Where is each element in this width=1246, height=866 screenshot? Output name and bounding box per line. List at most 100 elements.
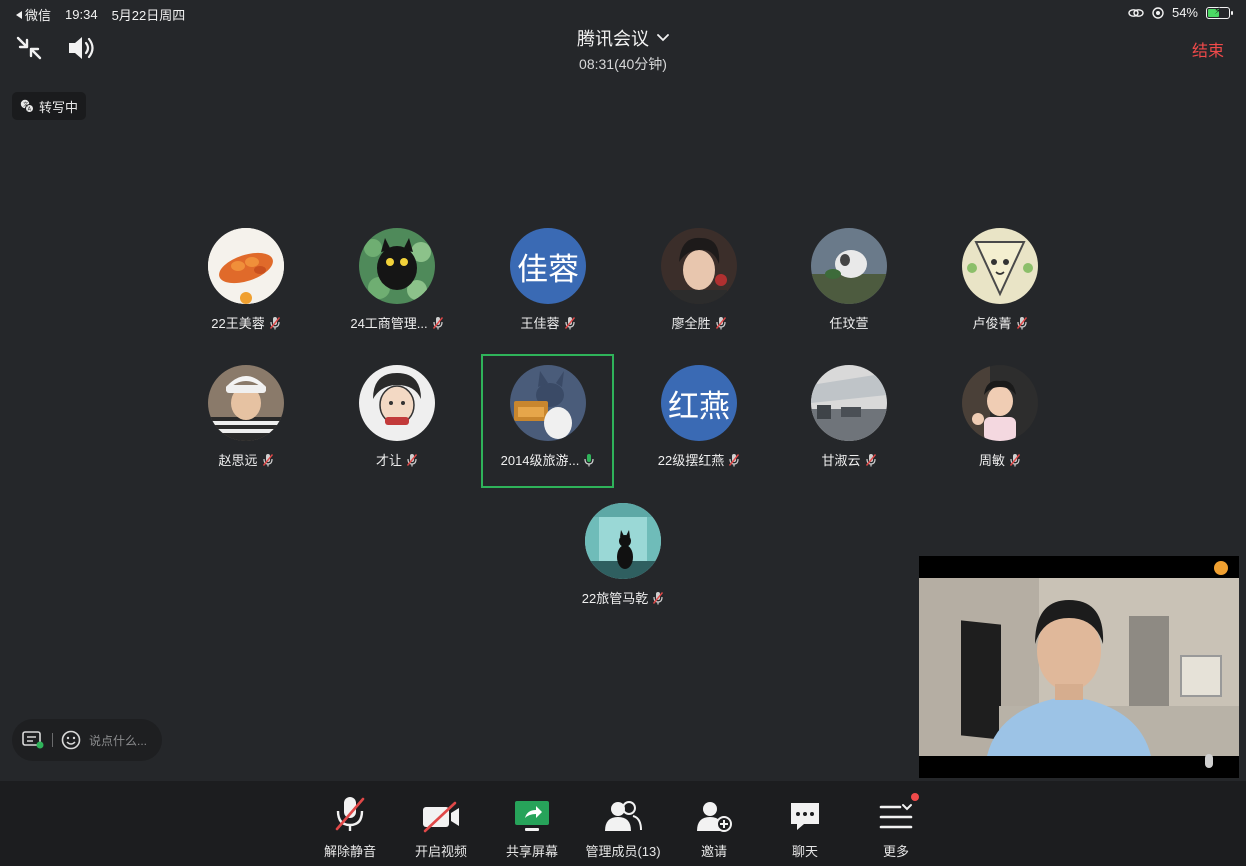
- participant-name: 卢俊菁: [972, 316, 1012, 331]
- camera-off-icon: [423, 801, 459, 833]
- start-video-button[interactable]: 开启视频: [396, 781, 486, 860]
- divider: [52, 733, 53, 747]
- more-button[interactable]: 更多: [851, 781, 941, 860]
- participant-name: 王佳蓉: [520, 316, 560, 331]
- mic-muted-icon: [406, 453, 418, 466]
- more-label: 更多: [882, 844, 909, 859]
- avatar: [510, 365, 586, 441]
- participant-name: 任玟萱: [829, 316, 869, 331]
- meeting-duration: 08:31(40分钟): [579, 56, 667, 72]
- participant-name: 22王美蓉: [211, 316, 265, 331]
- battery-percent: 54%: [1171, 5, 1198, 20]
- unmute-label: 解除静音: [323, 844, 376, 859]
- transcribe-label: 转写中: [39, 99, 79, 115]
- avatar: [208, 365, 284, 441]
- manage-members-label: 管理成员(13): [585, 844, 661, 859]
- emoji-icon[interactable]: [61, 730, 81, 750]
- avatar: [208, 228, 284, 304]
- meeting-title-button[interactable]: 腾讯会议: [577, 25, 669, 51]
- mic-muted-icon: [335, 797, 365, 831]
- participant-name: 2014级旅游...: [500, 453, 580, 468]
- participant-name: 22级摆红燕: [657, 453, 725, 468]
- mic-active-icon: [584, 453, 594, 466]
- avatar: [962, 365, 1038, 441]
- mic-muted-icon: [1009, 453, 1021, 466]
- start-video-label: 开启视频: [414, 844, 467, 859]
- self-video-preview[interactable]: [919, 556, 1239, 778]
- mic-muted-icon: [865, 453, 876, 466]
- location-icon: [1152, 6, 1164, 19]
- more-icon: [879, 804, 913, 829]
- participant-tile[interactable]: 24工商管理...: [322, 228, 472, 332]
- notification-dot: [911, 793, 919, 801]
- mic-muted-icon: [653, 591, 664, 604]
- participant-name: 甘淑云: [821, 453, 861, 468]
- mic-muted-icon: [432, 316, 443, 329]
- participant-name: 廖全胜: [671, 316, 711, 331]
- end-meeting-button[interactable]: 结束: [1192, 37, 1224, 61]
- back-to-app[interactable]: 微信: [16, 5, 51, 24]
- status-time: 19:34: [65, 7, 98, 22]
- participant-tile[interactable]: 任玟萱: [774, 228, 924, 332]
- avatar: [359, 365, 435, 441]
- chat-label: 聊天: [791, 844, 818, 859]
- chat-input-bar[interactable]: 说点什么...: [12, 719, 162, 761]
- mic-muted-icon: [715, 316, 726, 329]
- participant-tile[interactable]: 22旅管马乾: [548, 503, 698, 607]
- participant-name: 才让: [375, 453, 402, 468]
- battery-icon: ⚡: [1206, 6, 1233, 19]
- participant-tile[interactable]: 才让: [322, 365, 472, 469]
- participant-name: 22旅管马乾: [581, 591, 649, 606]
- participant-name: 24工商管理...: [350, 316, 428, 331]
- mic-muted-icon: [269, 316, 280, 329]
- manage-members-button[interactable]: 管理成员(13): [578, 781, 668, 860]
- transcribe-status-button[interactable]: 文 A 转写中: [12, 92, 87, 120]
- chat-input-icon[interactable]: [22, 731, 44, 749]
- mic-muted-icon: [729, 453, 740, 466]
- participant-tile[interactable]: 卢俊菁: [925, 228, 1075, 332]
- invite-icon: [697, 802, 732, 832]
- back-app-label: 微信: [25, 8, 52, 23]
- share-screen-button[interactable]: 共享屏幕: [487, 781, 577, 860]
- participant-tile[interactable]: 廖全胜: [624, 228, 774, 332]
- chat-icon: [791, 803, 819, 830]
- participant-tile[interactable]: 周敏: [925, 365, 1075, 469]
- share-screen-label: 共享屏幕: [505, 844, 558, 859]
- participant-tile[interactable]: 2014级旅游...: [473, 365, 623, 469]
- avatar: [359, 228, 435, 304]
- avatar: [811, 228, 887, 304]
- meeting-toolbar: 解除静音 开启视频 共享屏幕 管理成员(13) 邀请 聊天 更多: [0, 781, 1246, 866]
- link-icon: [1128, 8, 1144, 17]
- avatar: 佳蓉: [510, 228, 586, 304]
- back-arrow-icon: [16, 10, 22, 19]
- mic-muted-icon: [262, 453, 273, 466]
- avatar: [661, 228, 737, 304]
- participant-name: 周敏: [978, 453, 1005, 468]
- mic-muted-icon: [1016, 316, 1027, 329]
- share-screen-icon: [515, 801, 549, 831]
- chat-button[interactable]: 聊天: [760, 781, 850, 860]
- avatar: [585, 503, 661, 579]
- participant-tile[interactable]: 甘淑云: [774, 365, 924, 469]
- participant-tile[interactable]: 赵思远: [171, 365, 321, 469]
- participant-tile[interactable]: 22王美蓉: [171, 228, 321, 332]
- participant-tile[interactable]: 佳蓉 王佳蓉: [473, 228, 623, 332]
- mic-icon: [1205, 754, 1213, 768]
- participant-name: 赵思远: [218, 453, 258, 468]
- avatar: [811, 365, 887, 441]
- chevron-down-icon: [657, 34, 669, 42]
- participant-tile[interactable]: 红燕 22级摆红燕: [624, 365, 774, 469]
- unmute-button[interactable]: 解除静音: [305, 781, 395, 860]
- invite-button[interactable]: 邀请: [669, 781, 759, 860]
- status-date: 5月22日周四: [111, 8, 186, 23]
- mic-muted-icon: [564, 316, 575, 329]
- avatar: 红燕: [661, 365, 737, 441]
- invite-label: 邀请: [700, 844, 727, 859]
- avatar: [962, 228, 1038, 304]
- status-bar: 微信 19:34 5月22日周四 54% ⚡: [0, 0, 1246, 24]
- chat-placeholder[interactable]: 说点什么...: [89, 732, 147, 749]
- meeting-title: 腾讯会议: [577, 29, 649, 49]
- members-icon: [605, 801, 642, 831]
- meeting-header: 腾讯会议 08:31(40分钟) 结束: [0, 24, 1246, 72]
- transcribe-icon: 文 A: [20, 99, 34, 113]
